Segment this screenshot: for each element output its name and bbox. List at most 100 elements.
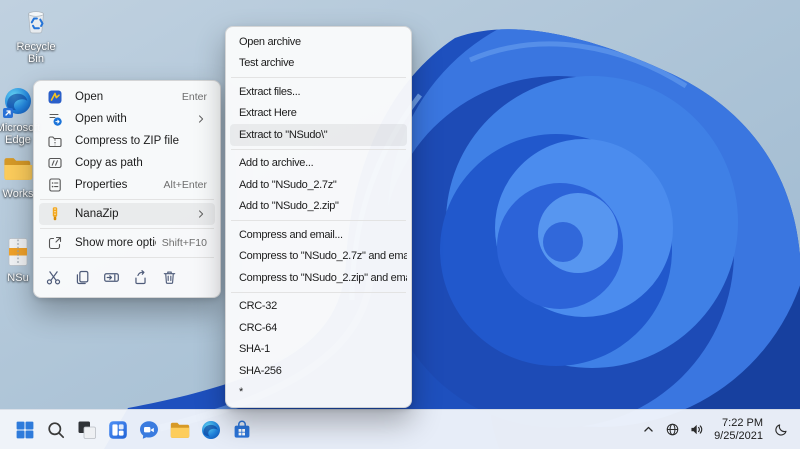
submenu-item-label: Extract to "NSudo\" [239,128,328,141]
menu-separator [231,220,406,221]
menu-item-copy-as-path[interactable]: Copy as path [39,152,215,174]
submenu-item-label: Test archive [239,57,295,70]
copy-icon [74,269,91,286]
chevron-right-icon [195,113,207,125]
copy-button[interactable] [68,264,97,290]
submenu-item-test-archive[interactable]: Test archive [230,53,407,75]
volume-button[interactable] [687,421,705,439]
clipboard-action-bar [39,261,215,292]
store-button[interactable] [230,418,254,442]
system-tray: 7:22 PM 9/25/2021 [639,417,800,443]
submenu-item-label: Add to "NSudo_2.zip" [239,200,339,213]
nanazip-submenu: Open archive Test archive Extract files...… [225,26,412,408]
submenu-item-extract-here[interactable]: Extract Here [230,103,407,125]
search-button[interactable] [44,418,68,442]
start-button[interactable] [13,418,37,442]
submenu-item-label: CRC-64 [239,321,277,334]
share-button[interactable] [126,264,155,290]
desktop-icon-recycle-bin[interactable]: Recycle Bin [13,5,59,65]
nsudo-app-icon [47,89,63,105]
submenu-item-label: Extract Here [239,107,297,120]
submenu-item-compress-to-nsudo-2-zip-and-email[interactable]: Compress to "NSudo_2.zip" and email [230,267,407,289]
submenu-item-label: * [239,386,243,399]
show-more-icon [47,235,63,251]
folder-icon [1,152,35,186]
submenu-item-compress-to-nsudo-2-7z-and-email[interactable]: Compress to "NSudo_2.7z" and email [230,246,407,268]
menu-item-label: Open [75,91,104,103]
submenu-item-crc-32[interactable]: CRC-32 [230,296,407,318]
chevron-right-icon [195,208,207,220]
submenu-item-sha-1[interactable]: SHA-1 [230,339,407,361]
submenu-item-label: Extract files... [239,85,301,98]
cut-button[interactable] [39,264,68,290]
chevron-up-icon [641,422,656,437]
zip-file-icon [1,236,35,270]
open-with-icon [47,111,63,127]
file-explorer-button[interactable] [168,418,192,442]
task-view-button[interactable] [75,418,99,442]
nanazip-icon [47,206,63,222]
hidden-icons-button[interactable] [639,421,657,439]
menu-item-shortcut: Enter [181,91,207,103]
edge-button[interactable] [199,418,223,442]
menu-item-compress-to-zip-file[interactable]: Compress to ZIP file [39,130,215,152]
submenu-item-compress-and-email[interactable]: Compress and email... [230,224,407,246]
share-icon [132,269,149,286]
submenu-item-open-archive[interactable]: Open archive [230,31,407,53]
moon-icon [774,422,789,437]
submenu-item-[interactable]: * [230,382,407,404]
widgets-button[interactable] [106,418,130,442]
submenu-item-label: Compress to "NSudo_2.7z" and email [239,250,407,263]
submenu-item-label: Compress to "NSudo_2.zip" and email [239,271,407,284]
menu-item-show-more-options[interactable]: Show more options Shift+F10 [39,232,215,254]
context-menu: Open Enter Open with Compress to ZIP file Co… [33,80,221,298]
cut-icon [45,269,62,286]
menu-item-label: Open with [75,113,127,125]
widgets-icon [106,418,130,442]
taskbar: 7:22 PM 9/25/2021 [0,409,800,449]
submenu-item-label: SHA-256 [239,364,282,377]
submenu-item-label: Add to archive... [239,157,314,170]
menu-item-label: Compress to ZIP file [75,135,179,147]
menu-separator [40,199,214,200]
rename-icon [103,269,120,286]
menu-item-shortcut: Shift+F10 [161,237,207,249]
taskbar-buttons [0,418,254,442]
submenu-item-add-to-nsudo-2-zip[interactable]: Add to "NSudo_2.zip" [230,196,407,218]
submenu-item-sha-256[interactable]: SHA-256 [230,360,407,382]
submenu-item-label: Add to "NSudo_2.7z" [239,178,337,191]
delete-button[interactable] [155,264,184,290]
submenu-item-extract-files[interactable]: Extract files... [230,81,407,103]
menu-item-label: Copy as path [75,157,143,169]
rename-button[interactable] [97,264,126,290]
chat-button[interactable] [137,418,161,442]
menu-item-nanazip[interactable]: NanaZip [39,203,215,225]
submenu-item-label: Compress and email... [239,228,343,241]
submenu-item-crc-64[interactable]: CRC-64 [230,317,407,339]
desktop-icon-label: Recycle Bin [16,41,56,65]
edge-icon [199,418,223,442]
network-globe-icon [665,422,680,437]
submenu-item-label: SHA-1 [239,343,270,356]
menu-separator [40,257,214,258]
menu-item-label: Show more options [75,237,156,249]
taskbar-clock[interactable]: 7:22 PM 9/25/2021 [714,417,763,443]
submenu-item-add-to-archive[interactable]: Add to archive... [230,153,407,175]
clock-time: 7:22 PM [722,416,763,429]
start-icon [13,418,37,442]
menu-item-shortcut: Alt+Enter [163,179,207,191]
search-icon [44,418,68,442]
recycle-bin-icon [19,5,53,39]
chat-icon [137,418,161,442]
properties-icon [47,177,63,193]
menu-item-open[interactable]: Open Enter [39,86,215,108]
submenu-item-label: CRC-32 [239,300,277,313]
submenu-item-add-to-nsudo-2-7z[interactable]: Add to "NSudo_2.7z" [230,174,407,196]
submenu-item-extract-to-nsudo[interactable]: Extract to "NSudo\" [230,124,407,146]
desktop-icon-label: Works [2,188,34,200]
menu-item-properties[interactable]: Properties Alt+Enter [39,174,215,196]
network-button[interactable] [663,421,681,439]
notification-center-button[interactable] [772,421,790,439]
desktop-icon-label: NSu [7,272,29,284]
menu-item-open-with[interactable]: Open with [39,108,215,130]
